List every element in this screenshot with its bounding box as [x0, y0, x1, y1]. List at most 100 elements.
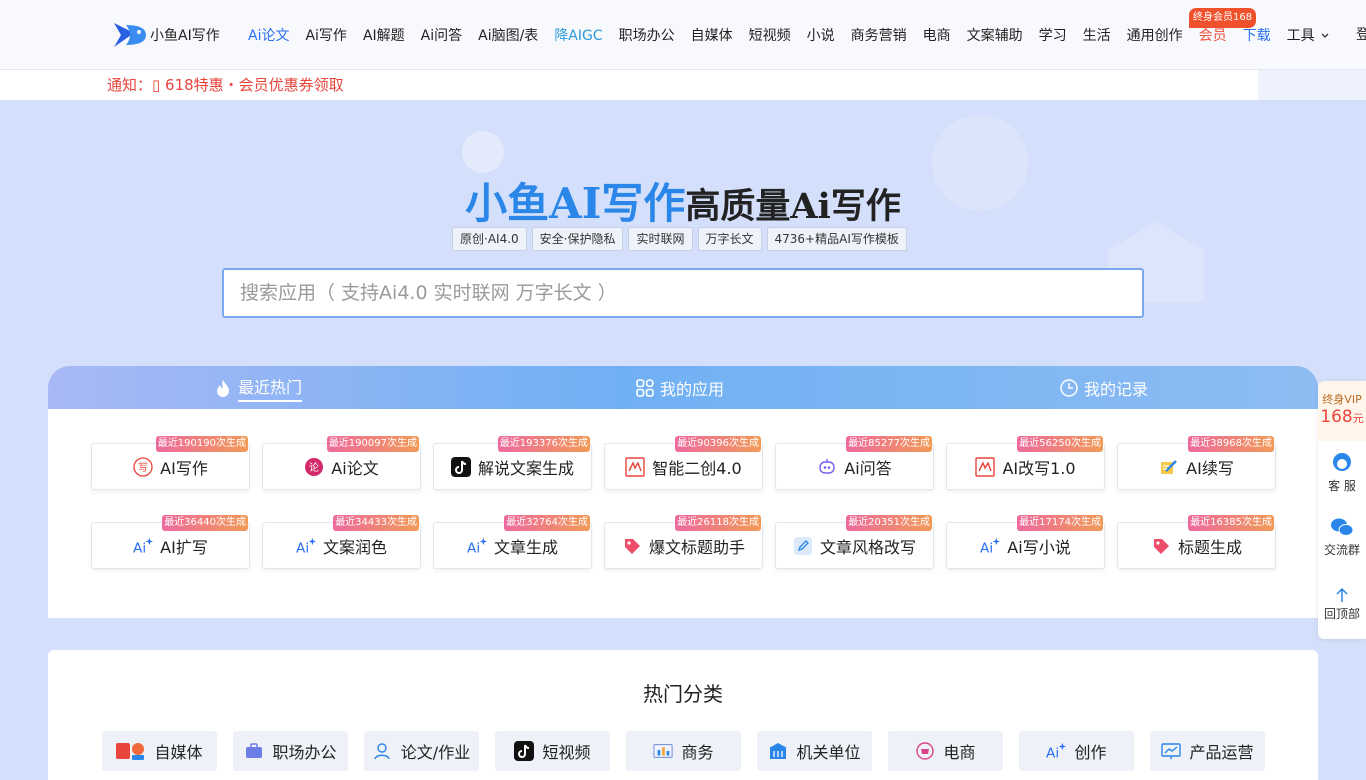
tab-label: 我的应用 — [660, 379, 725, 399]
hero-tag: 4736+精品AI写作模板 — [766, 227, 907, 251]
app-card[interactable]: AI续写 最近38968次生成 — [1117, 436, 1276, 490]
hero-title-brand: 小鱼AI写作 — [465, 179, 686, 228]
category-item[interactable]: Ai 创作 — [1019, 731, 1134, 771]
tab-my-records[interactable]: 我的记录 — [1060, 366, 1148, 409]
category-name: 自媒体 — [154, 743, 203, 762]
nav-item[interactable]: 通用创作 — [1127, 25, 1183, 45]
usage-badge: 最近190097次生成 — [326, 436, 419, 452]
edit-icon — [793, 536, 813, 556]
app-grid: 写 AI写作 最近190190次生成论 Ai论文 最近190097次生成 解说文案生成 最近… — [48, 409, 1318, 618]
category-name: 电商 — [943, 743, 976, 762]
usage-badge: 最近90396次生成 — [675, 436, 761, 452]
search-input[interactable] — [224, 270, 1142, 316]
app-card[interactable]: 标题生成 最近16385次生成 — [1117, 515, 1276, 569]
nav-item[interactable]: Ai问答 — [421, 25, 462, 45]
notice-spacer — [1258, 70, 1366, 100]
nav-item[interactable]: 电商 — [923, 25, 951, 45]
hero-tags: 原创·AI4.0 安全·保护隐私 实时联网 万字长文 4736+精品AI写作模板 — [452, 227, 912, 251]
nav-item[interactable]: 文案辅助 — [967, 25, 1023, 45]
nav-item[interactable]: 生活 — [1083, 25, 1111, 45]
nav-item[interactable]: 小说 — [807, 25, 835, 45]
float-top-label: 回顶部 — [1323, 607, 1360, 621]
nav-item-label: 电商 — [922, 27, 951, 44]
app-card[interactable]: Ai问答 最近85277次生成 — [775, 436, 934, 490]
app-card[interactable]: 论 Ai论文 最近190097次生成 — [262, 436, 421, 490]
nav-item-label: 工具 — [1286, 27, 1315, 44]
nav-item[interactable]: 商务营销 — [851, 25, 907, 45]
nav-item[interactable]: 职场办公 — [619, 25, 675, 45]
float-customer-service[interactable]: 客 服 — [1318, 451, 1366, 494]
category-item[interactable]: 电商 — [888, 731, 1003, 771]
nav-item[interactable]: 降AIGC — [554, 25, 602, 45]
category-item[interactable]: 自媒体 — [102, 731, 217, 771]
shop-icon — [915, 741, 935, 761]
app-card-name: 文章生成 — [493, 537, 558, 557]
app-card[interactable]: 写 AI写作 最近190190次生成 — [91, 436, 250, 490]
category-item[interactable]: 短视频 — [495, 731, 610, 771]
float-group[interactable]: 交流群 — [1318, 517, 1366, 558]
category-item[interactable]: 论文/作业 — [364, 731, 479, 771]
category-item[interactable]: 职场办公 — [233, 731, 348, 771]
tag-icon — [622, 536, 642, 556]
nav-item-label: 职场办公 — [618, 27, 675, 44]
ai-sparkle-icon: Ai — [467, 536, 487, 556]
nav-item-label: 小说 — [806, 27, 835, 44]
tab-my-apps[interactable]: 我的应用 — [636, 366, 724, 409]
tab-recent-hot[interactable]: 最近热门 — [214, 366, 303, 409]
hero-title-rest: 高质量Ai写作 — [685, 186, 901, 227]
nav-item[interactable]: AI解题 — [363, 25, 405, 45]
category-name: 商务 — [681, 743, 714, 762]
customer-service-icon — [1333, 453, 1351, 471]
nav-item-label: 通用创作 — [1126, 27, 1183, 44]
category-name: 产品运营 — [1189, 743, 1254, 762]
board-icon — [1161, 741, 1182, 761]
float-group-label: 交流群 — [1323, 543, 1360, 557]
nav-item-label: 商务营销 — [850, 27, 907, 44]
app-card[interactable]: AI改写1.0 最近56250次生成 — [946, 436, 1105, 490]
float-toolbar: 终身VIP 168元 客 服 交流群 回顶部 — [1318, 381, 1366, 639]
app-card[interactable]: Ai AI扩写 最近36440次生成 — [91, 515, 250, 569]
nav-item[interactable]: 学习 — [1039, 25, 1067, 45]
nav-item-label: AI解题 — [362, 27, 405, 44]
nav-item[interactable]: 短视频 — [749, 25, 791, 45]
nav-item-label: Ai写作 — [305, 27, 347, 44]
category-item[interactable]: 产品运营 — [1150, 731, 1265, 771]
nav-menu: Ai论文 Ai写作 AI解题 Ai问答 Ai脑图/表 降AIGC 职场办公 自媒体 短视频 小说商… — [248, 0, 1346, 69]
float-back-to-top[interactable]: 回顶部 — [1318, 587, 1366, 622]
nav-item[interactable]: Ai脑图/表 — [478, 25, 538, 45]
rewrite-icon — [975, 456, 996, 477]
nav-item[interactable]: Ai写作 — [305, 25, 346, 45]
float-service-label: 客 服 — [1328, 479, 1356, 493]
app-card[interactable]: 解说文案生成 最近193376次生成 — [433, 436, 592, 490]
nav-item[interactable]: 工具 — [1287, 25, 1330, 45]
float-vip[interactable]: 终身VIP 168元 — [1318, 381, 1366, 441]
app-card[interactable]: Ai 文章生成 最近32764次生成 — [433, 515, 592, 569]
nav-item-label: 生活 — [1082, 27, 1111, 44]
usage-badge: 最近85277次生成 — [846, 436, 932, 452]
app-card[interactable]: 爆文标题助手 最近26118次生成 — [604, 515, 763, 569]
app-card[interactable]: Ai Ai写小说 最近17174次生成 — [946, 515, 1105, 569]
categories-title: 热门分类 — [643, 682, 723, 706]
hero-tag: 原创·AI4.0 — [452, 227, 527, 251]
usage-badge: 最近38968次生成 — [1188, 436, 1274, 452]
category-name: 创作 — [1074, 743, 1107, 762]
nav-item[interactable]: 自媒体 — [691, 25, 733, 45]
category-name: 论文/作业 — [400, 743, 471, 762]
nav-item-label: 自媒体 — [690, 27, 733, 44]
category-item[interactable]: 商务 — [626, 731, 741, 771]
hero-tag: 万字长文 — [697, 227, 762, 251]
hot-categories: 热门分类 自媒体 职场办公 论文/作业 短视频 商务 机关单位 电商 Ai 创作 产品运营 — [48, 650, 1318, 780]
category-item[interactable]: 机关单位 — [757, 731, 872, 771]
app-card[interactable]: 智能二创4.0 最近90396次生成 — [604, 436, 763, 490]
usage-badge: 最近193376次生成 — [497, 436, 590, 452]
login-link[interactable]: 登 — [1356, 24, 1366, 44]
nav-item[interactable]: Ai论文 — [248, 25, 289, 45]
tiktok-icon — [450, 456, 471, 477]
app-card[interactable]: 文章风格改写 最近20351次生成 — [775, 515, 934, 569]
category-name: 短视频 — [542, 743, 591, 762]
logo[interactable]: 小鱼AI写作 — [112, 19, 220, 51]
app-card[interactable]: Ai 文案润色 最近34433次生成 — [262, 515, 421, 569]
panel-tabs: 最近热门 我的应用 我的记录 — [48, 366, 1318, 409]
notice-text[interactable]: 通知：▯ 618特惠・会员优惠券领取 — [107, 70, 344, 100]
nav-item-label: 短视频 — [748, 27, 791, 44]
